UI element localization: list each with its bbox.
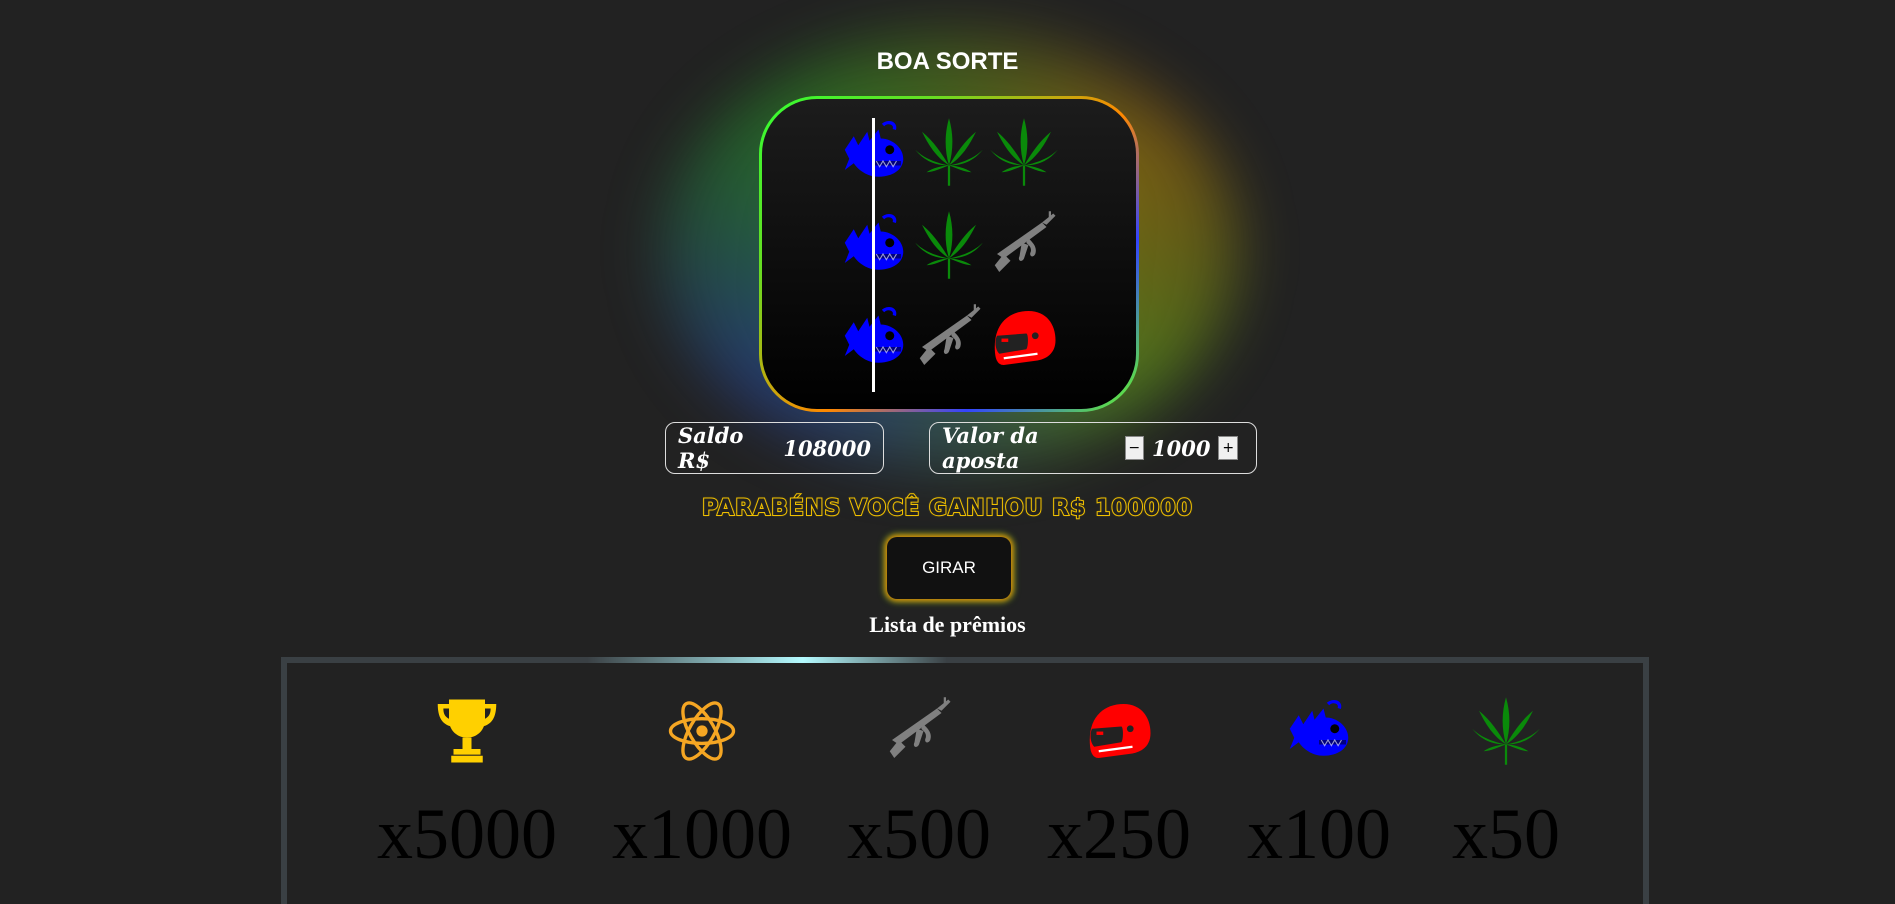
prize-multiplier: x50 [1452,794,1560,874]
atom-icon [666,695,738,767]
prize-multiplier: x1000 [612,794,792,874]
prize-list-heading: Lista de prêmios [869,612,1026,637]
reel-symbol-rifle-icon [911,300,987,376]
rifle-icon [883,695,955,767]
bet-box: Valor da aposta − 1000 + [929,422,1257,474]
reel-symbol-leaf-icon [986,114,1062,190]
spin-button[interactable]: GIRAR [887,537,1011,599]
balance-value: 108000 [783,435,871,461]
trophy-icon [431,695,503,767]
prize-list-panel: x5000 x1000 x500 x250 x100 x50 [281,657,1649,904]
slot-game-page: BOA SORTE Saldo R$ 108000 Valor da apost… [0,0,1895,904]
page-title: BOA SORTE [876,48,1019,75]
bet-label: Valor da aposta [942,423,1039,473]
reel-symbol-leaf-icon [911,114,987,190]
reel-symbol-helmet-icon [986,300,1062,376]
payline-indicator [872,118,875,392]
bet-value: 1000 [1152,435,1211,461]
prize-multiplier: x500 [847,794,991,874]
prize-multiplier: x5000 [377,794,557,874]
leaf-icon [1470,695,1542,767]
balance-box: Saldo R$ 108000 [665,422,884,474]
prize-multiplier: x100 [1247,794,1391,874]
balance-label: Saldo R$ [678,423,744,473]
reel-symbol-leaf-icon [911,207,987,283]
reel-symbol-rifle-icon [986,207,1062,283]
bet-increment-button[interactable]: + [1218,436,1238,460]
prize-multiplier: x250 [1047,794,1191,874]
fish-icon [1283,695,1355,767]
win-message: PARABÉNS VOCÊ GANHOU R$ 100000 [701,495,1193,522]
helmet-icon [1083,695,1155,767]
bet-decrement-button[interactable]: − [1124,436,1145,460]
